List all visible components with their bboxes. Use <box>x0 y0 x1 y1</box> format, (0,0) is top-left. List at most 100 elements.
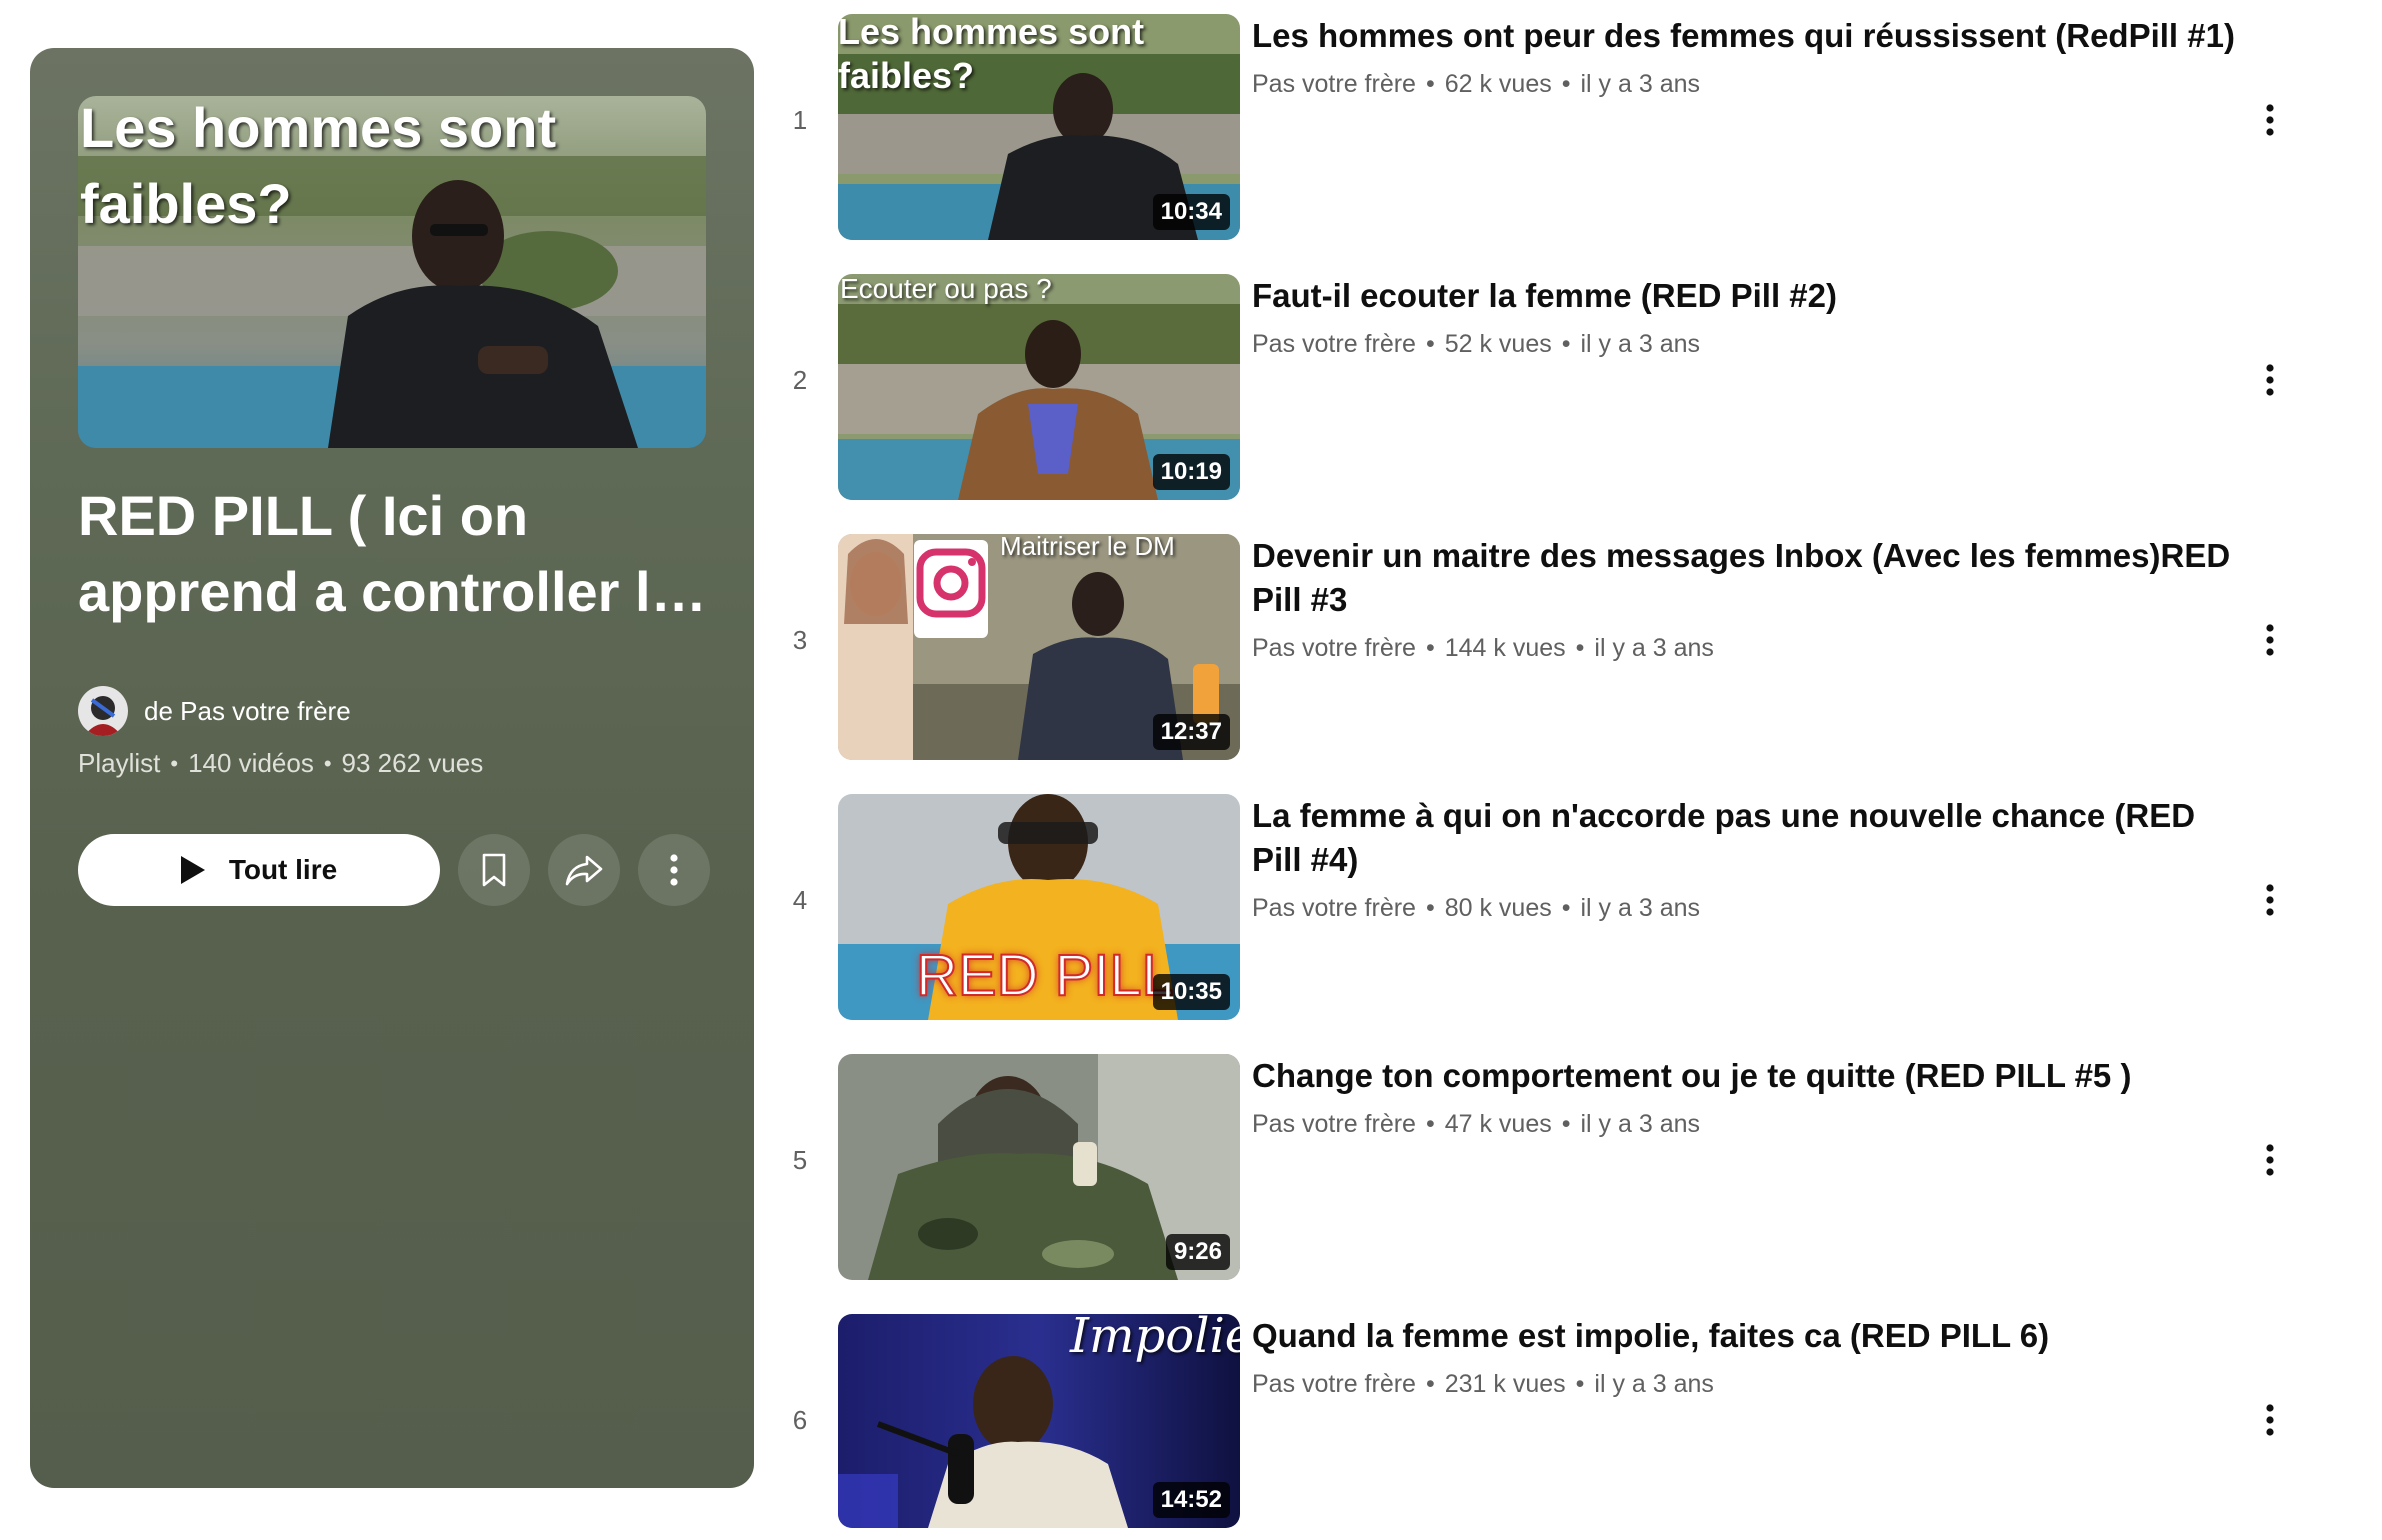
video-thumbnail[interactable]: Impolie 14:52 <box>838 1314 1240 1528</box>
upload-age: il y a 3 ans <box>1580 70 1701 98</box>
owner-name[interactable]: de Pas votre frère <box>144 696 351 727</box>
video-duration: 10:35 <box>1152 974 1230 1010</box>
video-title[interactable]: Quand la femme est impolie, faites ca (R… <box>1252 1314 2252 1358</box>
video-menu-button[interactable] <box>2250 360 2290 400</box>
video-menu-button[interactable] <box>2250 1140 2290 1180</box>
video-index: 1 <box>792 104 808 135</box>
meta-separator: • <box>1425 70 1435 98</box>
meta-separator: • <box>1425 1110 1435 1138</box>
thumbnail-overlay-text: Maitriser le DM <box>1000 534 1175 561</box>
list-item[interactable]: 1 Les hommes sont faibles? 10:34 Les hom… <box>760 0 2382 240</box>
video-duration: 10:34 <box>1152 194 1230 230</box>
view-count: 80 k vues <box>1444 894 1552 922</box>
video-title[interactable]: La femme à qui on n'accorde pas une nouv… <box>1252 794 2252 882</box>
channel-name[interactable]: Pas votre frère <box>1252 330 1416 359</box>
playlist-video-list: 1 Les hommes sont faibles? 10:34 Les hom… <box>760 0 2382 1528</box>
bookmark-icon <box>482 853 506 887</box>
video-index: 6 <box>792 1404 808 1435</box>
view-count: 231 k vues <box>1444 1370 1566 1398</box>
save-playlist-button[interactable] <box>458 834 530 906</box>
video-meta: Pas votre frère • 231 k vues • il y a 3 … <box>1252 1370 2252 1399</box>
video-info: Change ton comportement ou je te quitte … <box>1252 1054 2252 1139</box>
more-vert-icon <box>2266 1404 2274 1436</box>
more-vert-icon <box>670 854 678 886</box>
more-actions-button[interactable] <box>638 834 710 906</box>
channel-name[interactable]: Pas votre frère <box>1252 1110 1416 1139</box>
playlist-thumbnail[interactable]: Les hommes sont faibles? <box>78 96 706 448</box>
list-item[interactable]: 3 Maitriser le DM 12:37 Devenir un maitr… <box>760 520 2382 760</box>
channel-name[interactable]: Pas votre frère <box>1252 894 1416 923</box>
video-meta: Pas votre frère • 47 k vues • il y a 3 a… <box>1252 1110 2252 1139</box>
video-info: La femme à qui on n'accorde pas une nouv… <box>1252 794 2252 923</box>
video-thumbnail[interactable]: Ecouter ou pas ? 10:19 <box>838 274 1240 500</box>
video-title[interactable]: Change ton comportement ou je te quitte … <box>1252 1054 2252 1098</box>
meta-separator: • <box>1425 1370 1435 1398</box>
meta-separator: • <box>1561 1110 1571 1138</box>
video-info: Les hommes ont peur des femmes qui réuss… <box>1252 14 2252 99</box>
video-title[interactable]: Faut-il ecouter la femme (RED Pill #2) <box>1252 274 2252 318</box>
playlist-actions: Tout lire <box>78 834 710 906</box>
playlist-thumb-overlay-line2: faibles? <box>80 172 292 235</box>
video-thumbnail[interactable]: 9:26 <box>838 1054 1240 1280</box>
playlist-thumb-overlay-line1: Les hommes sont <box>80 96 557 159</box>
more-vert-icon <box>2266 1144 2274 1176</box>
meta-separator: • <box>1575 634 1585 662</box>
video-thumbnail[interactable]: Maitriser le DM 12:37 <box>838 534 1240 760</box>
video-duration: 12:37 <box>1152 714 1230 750</box>
upload-age: il y a 3 ans <box>1580 894 1701 922</box>
channel-name[interactable]: Pas votre frère <box>1252 70 1416 99</box>
meta-separator: • <box>323 750 332 776</box>
meta-separator: • <box>1561 894 1571 922</box>
thumbnail-overlay-text: Ecouter ou pas ? <box>840 274 1052 304</box>
list-item[interactable]: 4 RED PILL 10:35 La femme à qui on n'acc… <box>760 780 2382 1020</box>
channel-name[interactable]: Pas votre frère <box>1252 634 1416 663</box>
video-menu-button[interactable] <box>2250 100 2290 140</box>
video-meta: Pas votre frère • 62 k vues • il y a 3 a… <box>1252 70 2252 99</box>
playlist-video-count: 140 vidéos <box>188 748 314 778</box>
video-meta: Pas votre frère • 144 k vues • il y a 3 … <box>1252 634 2252 663</box>
more-vert-icon <box>2266 884 2274 916</box>
play-all-label: Tout lire <box>228 854 338 885</box>
meta-separator: • <box>1425 330 1435 358</box>
playlist-type: Playlist <box>78 748 161 778</box>
meta-separator: • <box>1561 330 1571 358</box>
meta-separator: • <box>1575 1370 1585 1398</box>
video-menu-button[interactable] <box>2250 880 2290 920</box>
video-info: Quand la femme est impolie, faites ca (R… <box>1252 1314 2252 1399</box>
channel-name[interactable]: Pas votre frère <box>1252 1370 1416 1399</box>
video-thumbnail[interactable]: Les hommes sont faibles? 10:34 <box>838 14 1240 240</box>
thumbnail-overlay-text: Impolie <box>1070 1314 1240 1364</box>
video-meta: Pas votre frère • 52 k vues • il y a 3 a… <box>1252 330 2252 359</box>
thumbnail-overlay-text: RED PILL <box>915 943 1175 1009</box>
play-icon <box>180 856 205 884</box>
playlist-view-count: 93 262 vues <box>341 748 484 778</box>
share-button[interactable] <box>548 834 620 906</box>
video-duration: 9:26 <box>1165 1234 1230 1270</box>
video-title[interactable]: Devenir un maitre des messages Inbox (Av… <box>1252 534 2252 622</box>
video-duration: 14:52 <box>1152 1482 1230 1518</box>
share-icon <box>565 855 603 886</box>
view-count: 47 k vues <box>1444 1110 1552 1138</box>
video-index: 5 <box>792 1144 808 1175</box>
list-item[interactable]: 5 9:26 Change ton comportement ou je te … <box>760 1040 2382 1280</box>
avatar[interactable] <box>78 686 128 736</box>
video-title[interactable]: Les hommes ont peur des femmes qui réuss… <box>1252 14 2252 58</box>
video-menu-button[interactable] <box>2250 620 2290 660</box>
video-index: 3 <box>792 624 808 655</box>
list-item[interactable]: 6 Impolie 14:52 Quand la femme est impol… <box>760 1300 2382 1528</box>
video-thumbnail[interactable]: RED PILL 10:35 <box>838 794 1240 1020</box>
upload-age: il y a 3 ans <box>1594 634 1714 662</box>
video-info: Devenir un maitre des messages Inbox (Av… <box>1252 534 2252 663</box>
playlist-title: RED PILL ( Ici on apprend a controller l… <box>78 484 682 623</box>
video-menu-button[interactable] <box>2250 1400 2290 1440</box>
list-item[interactable]: 2 Ecouter ou pas ? 10:19 Faut-il ecouter… <box>760 260 2382 500</box>
video-info: Faut-il ecouter la femme (RED Pill #2) P… <box>1252 274 2252 359</box>
play-all-button[interactable]: Tout lire <box>78 834 440 906</box>
thumbnail-overlay-text: Les hommes sont faibles? <box>838 14 1145 96</box>
meta-separator: • <box>170 750 179 776</box>
more-vert-icon <box>2266 364 2274 396</box>
video-duration: 10:19 <box>1152 454 1230 490</box>
meta-separator: • <box>1561 70 1571 98</box>
more-vert-icon <box>2266 624 2274 656</box>
playlist-owner[interactable]: de Pas votre frère <box>78 686 351 736</box>
